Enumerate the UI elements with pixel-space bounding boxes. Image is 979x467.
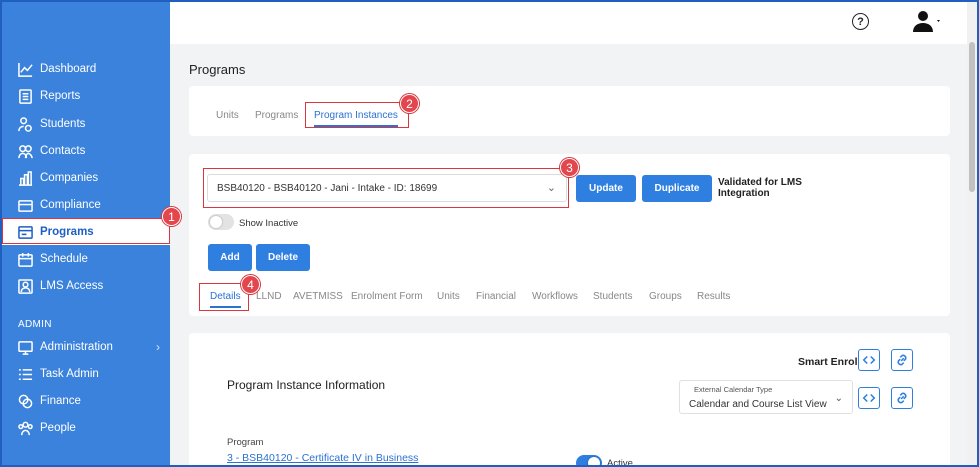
sidebar-item-schedule[interactable]: Schedule	[2, 246, 170, 272]
vertical-scrollbar[interactable]	[967, 2, 977, 467]
calendar-embed-button[interactable]	[858, 387, 880, 409]
calendar-link-button[interactable]	[891, 387, 913, 409]
scrollbar-thumb[interactable]	[969, 42, 975, 192]
add-button[interactable]: Add	[208, 244, 252, 271]
delete-button[interactable]: Delete	[256, 244, 310, 271]
tab-enrolment-form[interactable]: Enrolment Form	[351, 291, 423, 302]
sidebar-item-label: Schedule	[40, 253, 88, 265]
contacts-icon	[18, 144, 33, 159]
sidebar-item-label: People	[40, 422, 76, 434]
sidebar-item-lms-access[interactable]: LMS Access	[2, 273, 170, 299]
sidebar-item-label: LMS Access	[40, 280, 104, 292]
tab-groups[interactable]: Groups	[649, 291, 682, 302]
tab-workflows[interactable]: Workflows	[532, 291, 578, 302]
external-calendar-value: Calendar and Course List View	[689, 399, 827, 410]
companies-icon	[18, 170, 33, 186]
sidebar-item-label: Compliance	[40, 199, 101, 211]
annotation-badge-1: 1	[162, 207, 181, 226]
tab-results[interactable]: Results	[697, 291, 730, 302]
update-button[interactable]: Update	[576, 175, 636, 202]
sidebar-item-label: Reports	[40, 90, 81, 102]
section-title: Program Instance Information	[227, 378, 386, 392]
top-bar	[170, 2, 967, 44]
people-icon	[18, 421, 33, 436]
sidebar-item-dashboard[interactable]: Dashboard	[2, 56, 170, 82]
tab-programs[interactable]: Programs	[255, 110, 298, 121]
program-label: Program	[227, 437, 264, 448]
active-label: Active	[607, 458, 633, 467]
sidebar-item-programs[interactable]: Programs	[2, 219, 170, 245]
link-icon	[895, 353, 909, 367]
sidebar-item-people[interactable]: People	[2, 415, 170, 441]
annotation-badge-3: 3	[560, 158, 579, 177]
students-icon	[18, 116, 33, 132]
annotation-badge-4: 4	[241, 275, 260, 294]
sidebar-item-label: Administration	[40, 341, 113, 353]
chevron-right-icon: ›	[156, 340, 160, 354]
user-icon[interactable]	[912, 10, 942, 34]
active-toggle[interactable]	[576, 455, 602, 467]
page-title: Programs	[189, 62, 246, 77]
sidebar-item-compliance[interactable]: Compliance	[2, 192, 170, 218]
external-calendar-label: External Calendar Type	[694, 385, 773, 394]
task-admin-icon	[18, 367, 33, 382]
tab-units[interactable]: Units	[437, 291, 460, 302]
code-icon	[862, 391, 876, 405]
finance-icon	[18, 394, 33, 409]
program-link[interactable]: 3 - BSB40120 - Certificate IV in Busines…	[227, 452, 418, 464]
sidebar-item-label: Contacts	[40, 145, 86, 157]
sidebar-item-label: Task Admin	[40, 368, 99, 380]
tab-financial[interactable]: Financial	[476, 291, 516, 302]
tab-details[interactable]: Details	[210, 291, 241, 308]
sidebar-item-companies[interactable]: Companies	[2, 165, 170, 191]
sidebar-item-label: Students	[40, 118, 86, 130]
sidebar: Dashboard Reports Students Contacts Comp…	[2, 2, 170, 467]
administration-icon	[18, 340, 33, 355]
toggle-knob	[210, 216, 222, 228]
tab-students[interactable]: Students	[593, 291, 632, 302]
external-calendar-select[interactable]: External Calendar Type Calendar and Cour…	[679, 380, 853, 414]
program-instance-select-value: BSB40120 - BSB40120 - Jani - Intake - ID…	[217, 182, 438, 194]
sidebar-item-reports[interactable]: Reports	[2, 83, 170, 109]
sidebar-item-task-admin[interactable]: Task Admin	[2, 361, 170, 387]
annotation-badge-2: 2	[400, 94, 419, 113]
sidebar-item-contacts[interactable]: Contacts	[2, 138, 170, 164]
sidebar-item-label: Dashboard	[40, 63, 97, 75]
smart-enrol-label: Smart Enrol	[798, 356, 858, 368]
smart-enrol-embed-button[interactable]	[858, 349, 880, 371]
compliance-icon	[18, 198, 33, 213]
help-icon[interactable]: ?	[852, 13, 869, 30]
sidebar-item-label: Finance	[40, 395, 81, 407]
show-inactive-toggle[interactable]	[208, 214, 234, 230]
top-tabs-card	[189, 86, 950, 136]
lms-access-icon	[18, 278, 33, 294]
link-icon	[895, 391, 909, 405]
tab-llnd[interactable]: LLND	[256, 291, 282, 302]
program-instance-select[interactable]: BSB40120 - BSB40120 - Jani - Intake - ID…	[207, 174, 567, 202]
tab-units[interactable]: Units	[216, 110, 239, 121]
tab-avetmiss[interactable]: AVETMISS	[293, 291, 343, 302]
sidebar-item-administration[interactable]: Administration ›	[2, 334, 170, 360]
duplicate-button[interactable]: Duplicate	[642, 175, 712, 202]
show-inactive-label: Show Inactive	[239, 218, 299, 229]
chart-line-icon	[18, 62, 33, 77]
validated-lms-text: Validated for LMS Integration	[718, 177, 802, 199]
sidebar-item-label: Programs	[40, 226, 94, 238]
chevron-down-icon: ⌄	[834, 393, 843, 404]
schedule-icon	[18, 252, 33, 267]
code-icon	[862, 353, 876, 367]
toggle-knob	[588, 457, 600, 467]
chevron-down-icon: ⌄	[546, 182, 556, 194]
smart-enrol-link-button[interactable]	[891, 349, 913, 371]
sidebar-item-finance[interactable]: Finance	[2, 388, 170, 414]
sidebar-item-students[interactable]: Students	[2, 111, 170, 137]
admin-section-heading: ADMIN	[18, 319, 52, 330]
sidebar-item-label: Companies	[40, 172, 99, 184]
tab-program-instances[interactable]: Program Instances	[314, 110, 398, 127]
programs-icon	[18, 225, 33, 240]
reports-icon	[18, 88, 33, 104]
